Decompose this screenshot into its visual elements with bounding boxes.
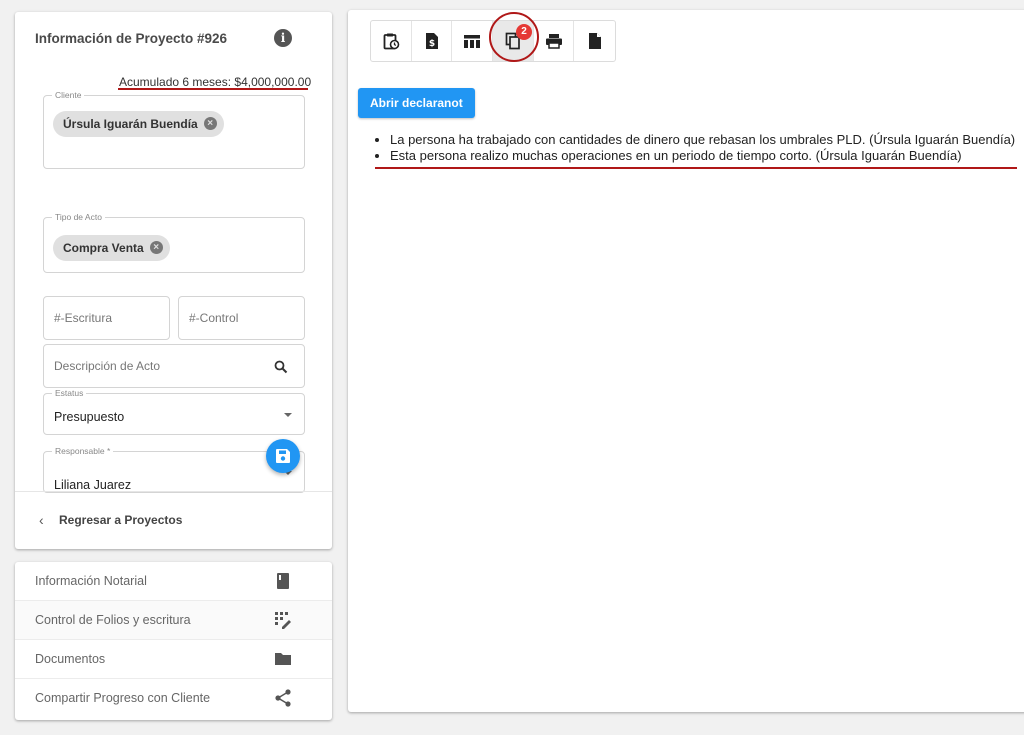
menu-item-control-folios[interactable]: Control de Folios y escritura: [15, 601, 332, 640]
menu-item-label: Control de Folios y escritura: [35, 613, 191, 627]
remove-chip-icon[interactable]: ×: [149, 241, 163, 254]
descripcion-placeholder: Descripción de Acto: [54, 359, 161, 373]
control-placeholder: #-Control: [189, 311, 239, 325]
open-declaranot-button[interactable]: Abrir declaranot: [358, 88, 475, 118]
toolbar-file-dollar-button[interactable]: $: [412, 21, 453, 61]
table-icon: [464, 35, 481, 48]
responsable-value: Liliana Juarez: [54, 478, 132, 492]
alert-item: Esta persona realizo muchas operaciones …: [390, 148, 1015, 164]
main-panel: $ 2 Abrir declaranot • La persona ha tra…: [348, 10, 1024, 712]
cliente-chip-label: Úrsula Iguarán Buendía: [63, 117, 198, 131]
menu-item-compartir-progreso[interactable]: Compartir Progreso con Cliente: [15, 679, 332, 718]
save-button[interactable]: [266, 439, 300, 473]
svg-text:$: $: [428, 39, 434, 49]
pld-alerts-list: La persona ha trabajado con cantidades d…: [358, 132, 1015, 164]
alert-item: La persona ha trabajado con cantidades d…: [390, 132, 1015, 148]
back-to-projects-link[interactable]: Regresar a Proyectos: [59, 513, 182, 527]
cliente-field[interactable]: Cliente Úrsula Iguarán Buendía ×: [43, 90, 305, 169]
estatus-select[interactable]: Estatus Presupuesto: [43, 388, 305, 435]
toolbar-clipboard-button[interactable]: [371, 21, 412, 61]
tipo-acto-field[interactable]: Tipo de Acto Compra Venta ×: [43, 212, 305, 273]
cliente-label: Cliente: [52, 90, 85, 100]
project-title: Información de Proyecto #926: [35, 31, 228, 46]
divider: [15, 491, 332, 492]
estatus-label: Estatus: [52, 388, 87, 398]
project-menu: Información Notarial Control de Folios y…: [15, 562, 332, 720]
toolbar-copy-button[interactable]: 2: [493, 21, 534, 61]
grid-edit-icon: [275, 612, 291, 629]
escritura-placeholder: #-Escritura: [54, 311, 113, 325]
print-icon: [545, 34, 562, 49]
remove-chip-icon[interactable]: ×: [203, 117, 217, 130]
tipo-acto-chip[interactable]: Compra Venta ×: [53, 235, 170, 261]
file-dollar-icon: $: [425, 33, 438, 49]
menu-item-label: Documentos: [35, 652, 106, 666]
folder-icon: [275, 653, 291, 665]
search-icon[interactable]: [274, 360, 288, 374]
info-icon[interactable]: i: [274, 29, 292, 47]
notification-badge: 2: [516, 24, 533, 40]
share-icon: [275, 689, 291, 707]
chevron-down-icon: [284, 413, 292, 417]
toolbar-print-button[interactable]: [534, 21, 575, 61]
chevron-left-icon[interactable]: ‹: [39, 512, 44, 528]
annotation-underline: [375, 167, 1017, 169]
file-icon: [588, 33, 601, 49]
descripcion-acto-input[interactable]: Descripción de Acto: [43, 344, 305, 388]
accumulated-amount: Acumulado 6 meses: $4,000,000.00: [119, 75, 312, 89]
estatus-value: Presupuesto: [54, 410, 125, 424]
menu-item-documentos[interactable]: Documentos: [15, 640, 332, 679]
book-icon: [277, 573, 289, 589]
cliente-chip[interactable]: Úrsula Iguarán Buendía ×: [53, 111, 224, 137]
responsable-label: Responsable *: [52, 446, 114, 456]
annotation-underline: [118, 88, 308, 90]
tipo-acto-chip-label: Compra Venta: [63, 241, 144, 255]
control-input[interactable]: #-Control: [178, 296, 305, 340]
clipboard-clock-icon: [383, 33, 400, 50]
escritura-input[interactable]: #-Escritura: [43, 296, 170, 340]
toolbar-file-button[interactable]: [574, 21, 615, 61]
project-info-card: Información de Proyecto #926 i Acumulado…: [15, 12, 332, 549]
tipo-acto-label: Tipo de Acto: [52, 212, 105, 222]
menu-item-label: Información Notarial: [35, 574, 147, 588]
menu-item-label: Compartir Progreso con Cliente: [35, 691, 211, 705]
menu-item-informacion-notarial[interactable]: Información Notarial: [15, 562, 332, 601]
save-icon: [276, 449, 290, 463]
toolbar-table-button[interactable]: [452, 21, 494, 61]
toolbar: $ 2: [370, 20, 616, 62]
